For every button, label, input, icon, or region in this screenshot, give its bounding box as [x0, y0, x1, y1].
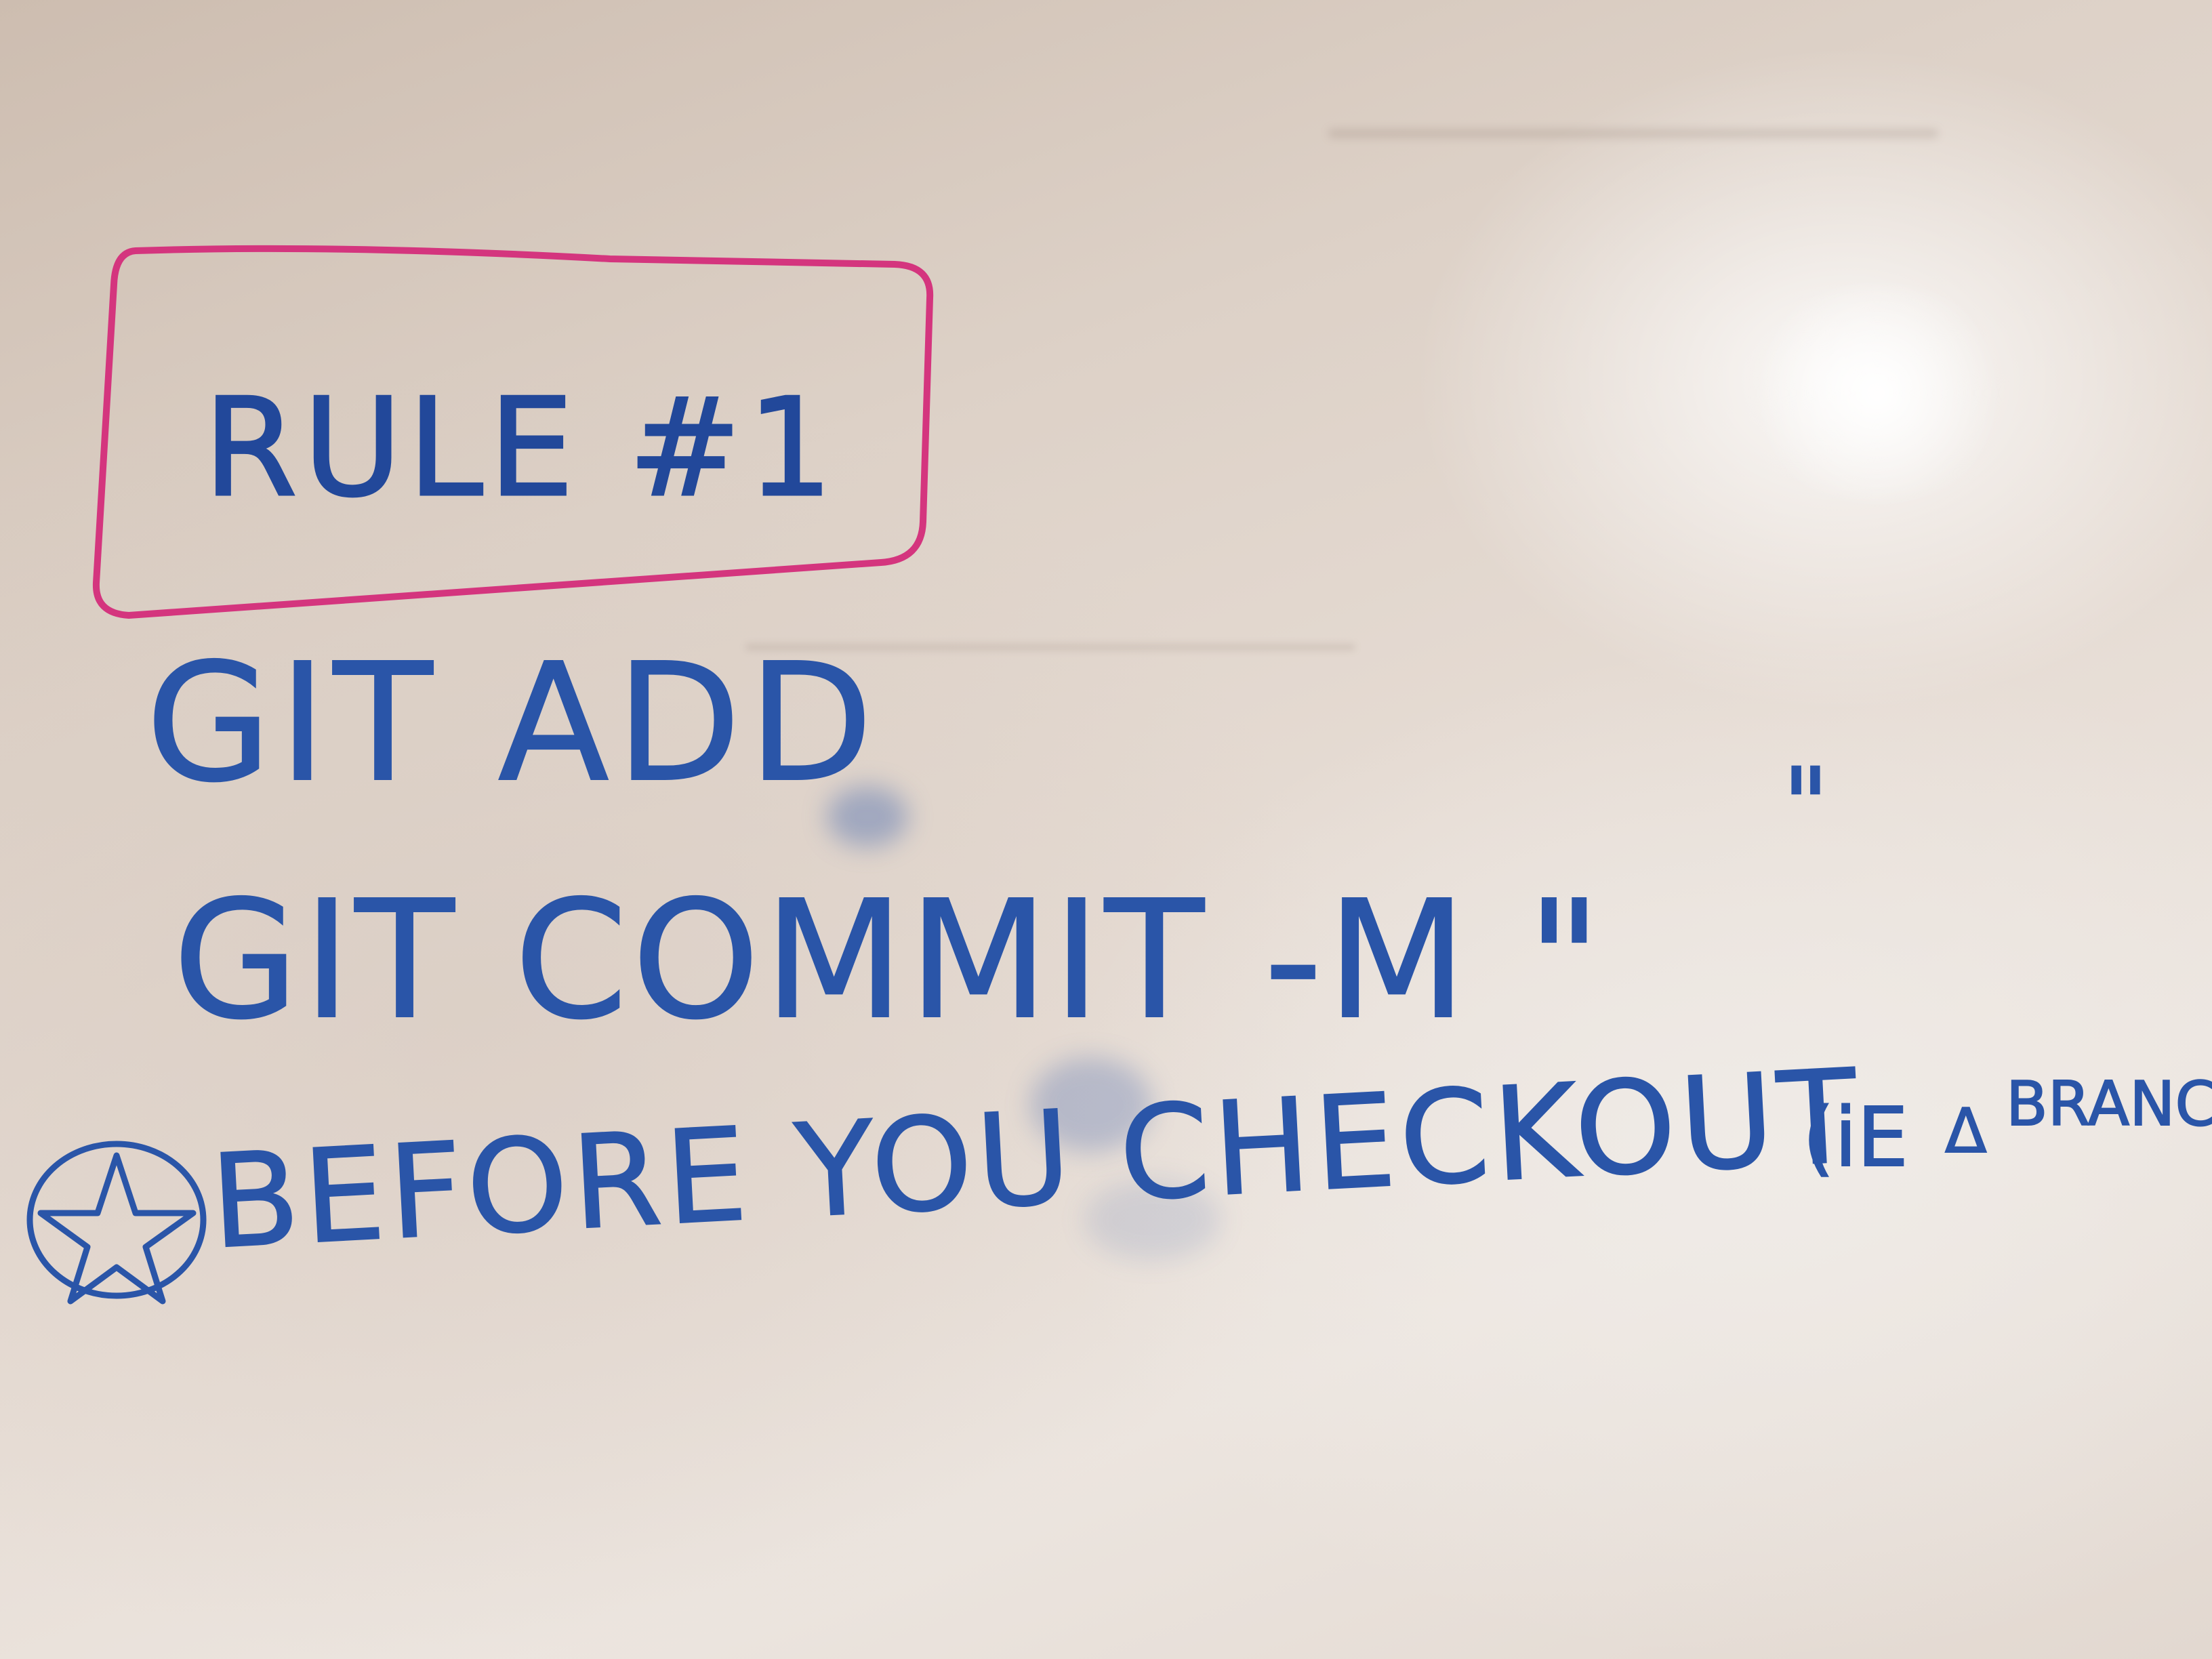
note-line: BEFORE YOU CHECKOUT [207, 1042, 1865, 1277]
whiteboard: RULE #1 GIT ADD GIT COMMIT -M " " BEFORE… [0, 0, 2212, 1659]
rule-title: RULE #1 [203, 369, 839, 527]
note-branch: BRANC [2006, 1069, 2212, 1140]
git-commit-line: GIT COMMIT -M " [173, 865, 1605, 1055]
circled-star-icon [26, 1141, 207, 1305]
git-add-line: GIT ADD [146, 628, 880, 818]
delta-symbol: Δ [1945, 1096, 1987, 1167]
closing-quote: " [1782, 747, 1829, 865]
ink-layer: RULE #1 GIT ADD GIT COMMIT -M " " BEFORE… [26, 245, 2212, 1305]
note-tail: (iE [1803, 1091, 1908, 1185]
